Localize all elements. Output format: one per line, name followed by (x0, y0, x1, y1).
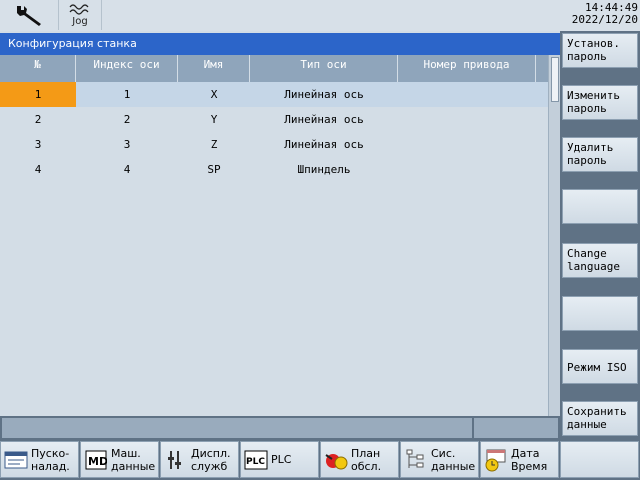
cell-number[interactable]: 3 (0, 132, 76, 157)
startup-icon (3, 447, 29, 473)
wrench-icon (17, 6, 41, 26)
horizontal-softkey-bar: Пуско- налад. MD Маш. данные Диспл. служ… (0, 440, 640, 480)
delete-password-softkey[interactable]: Удалить пароль (562, 137, 638, 172)
cell-name[interactable]: SP (178, 157, 250, 182)
startup-softkey[interactable]: Пуско- налад. (0, 441, 79, 478)
set-password-softkey[interactable]: Установ. пароль (562, 33, 638, 68)
maintenance-plan-softkey[interactable]: План обсл. (320, 441, 399, 478)
service-display-softkey[interactable]: Диспл. служб (160, 441, 239, 478)
empty-softkey-4[interactable] (562, 189, 638, 224)
system-data-icon (403, 447, 429, 473)
status-info-field (474, 418, 558, 438)
cell-axis-index[interactable]: 4 (76, 157, 178, 182)
jog-mode-label: Jog (72, 16, 88, 27)
axis-config-table: № Индекс оси Имя Тип оси Номер привода 1… (0, 55, 548, 416)
status-strip (0, 416, 560, 440)
cell-number[interactable]: 2 (0, 107, 76, 132)
plc-label: PLC (271, 453, 292, 466)
date-time-softkey[interactable]: Дата Время (480, 441, 559, 478)
cell-axis-index[interactable]: 1 (76, 82, 178, 107)
table-row[interactable]: 1 1 X Линейная ось (0, 82, 548, 107)
cell-axis-type[interactable]: Линейная ось (250, 107, 398, 132)
panel-title: Конфигурация станка (0, 33, 560, 55)
svg-text:MD: MD (88, 455, 107, 468)
table-row[interactable]: 3 3 Z Линейная ось (0, 132, 548, 157)
system-data-softkey[interactable]: Сис. данные (400, 441, 479, 478)
cell-drive-number[interactable] (398, 157, 536, 182)
cell-name[interactable]: Z (178, 132, 250, 157)
vertical-softkey-bar: Установ. пароль Изменить пароль Удалить … (560, 31, 640, 440)
cell-drive-number[interactable] (398, 82, 536, 107)
machine-data-label: Маш. данные (111, 446, 156, 473)
service-display-label: Диспл. служб (191, 446, 231, 473)
cell-axis-index[interactable]: 2 (76, 107, 178, 132)
svg-text:PLC: PLC (246, 457, 265, 467)
change-language-softkey[interactable]: Change language (562, 243, 638, 278)
iso-mode-softkey[interactable]: Режим ISO (562, 349, 638, 384)
wrench-button[interactable] (0, 0, 56, 30)
table-row[interactable]: 4 4 SP Шпиндель (0, 157, 548, 182)
date-display: 2022/12/20 (571, 13, 638, 26)
status-message-field (2, 418, 472, 438)
cell-axis-index[interactable]: 3 (76, 132, 178, 157)
maintenance-plan-icon (323, 447, 349, 473)
cell-name[interactable]: Y (178, 107, 250, 132)
service-display-icon (163, 447, 189, 473)
startup-label: Пуско- налад. (31, 446, 70, 473)
cell-axis-type[interactable]: Линейная ось (250, 82, 398, 107)
cell-number[interactable]: 1 (0, 82, 76, 107)
maintenance-plan-label: План обсл. (351, 446, 382, 473)
cell-axis-type[interactable]: Линейная ось (250, 132, 398, 157)
top-bar: Jog 14:44:49 2022/12/20 (0, 0, 640, 31)
date-time-label: Дата Время (511, 446, 548, 473)
system-data-label: Сис. данные (431, 446, 476, 473)
cell-name[interactable]: X (178, 82, 250, 107)
save-data-softkey[interactable]: Сохранить данные (562, 401, 638, 436)
empty-softkey-6[interactable] (562, 296, 638, 331)
cell-axis-type[interactable]: Шпиндель (250, 157, 398, 182)
cell-drive-number[interactable] (398, 107, 536, 132)
machine-data-softkey[interactable]: MD Маш. данные (80, 441, 159, 478)
plc-softkey[interactable]: PLC PLC (240, 441, 319, 478)
change-password-softkey[interactable]: Изменить пароль (562, 85, 638, 120)
empty-bottom-softkey[interactable] (560, 441, 639, 478)
table-scrollbar[interactable] (548, 55, 560, 416)
jog-mode-button[interactable]: Jog (58, 0, 102, 30)
table-row[interactable]: 2 2 Y Линейная ось (0, 107, 548, 132)
scrollbar-thumb[interactable] (551, 57, 559, 102)
date-time-icon (483, 447, 509, 473)
jog-mode-icon (69, 4, 89, 15)
plc-icon: PLC (243, 447, 269, 473)
clock: 14:44:49 2022/12/20 (548, 2, 638, 26)
machine-data-icon: MD (83, 447, 109, 473)
cell-number[interactable]: 4 (0, 157, 76, 182)
cell-drive-number[interactable] (398, 132, 536, 157)
